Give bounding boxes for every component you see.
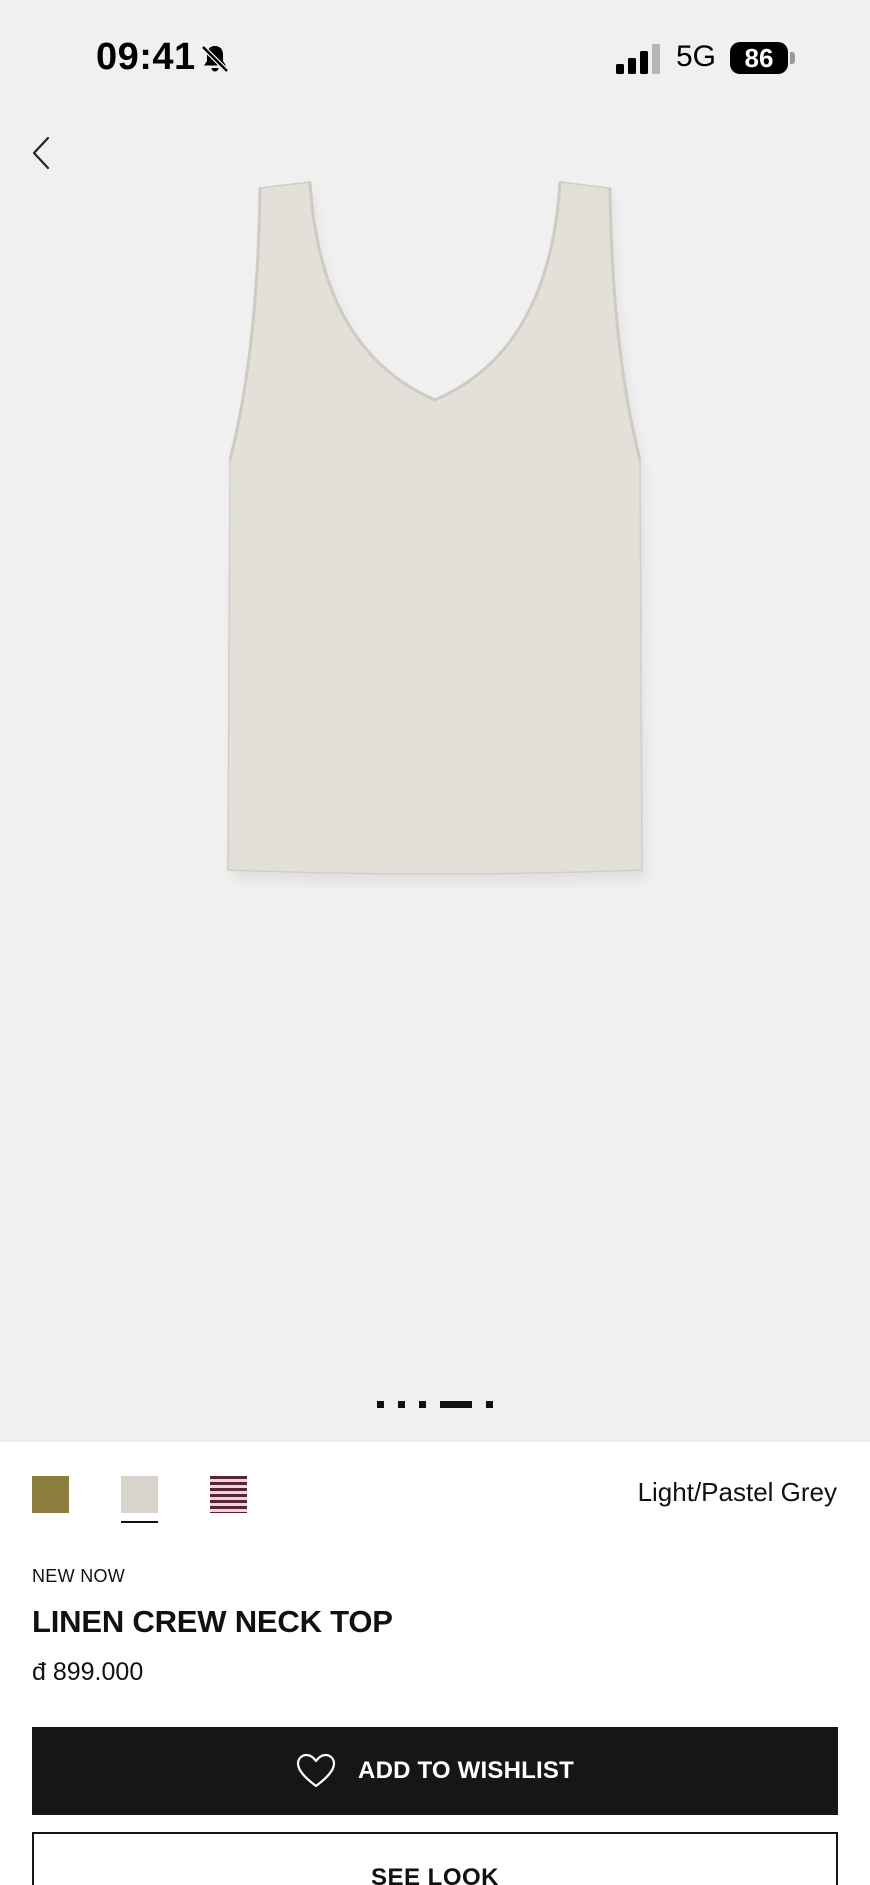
product-title: LINEN CREW NECK TOP	[32, 1604, 393, 1639]
product-detail-screen: 09:41 5G 86 Light/Pastel Grey NEW NOW LI…	[0, 0, 870, 1885]
wishlist-label: ADD TO WISHLIST	[358, 1757, 574, 1784]
pagination-dot[interactable]	[398, 1400, 405, 1408]
product-image	[227, 181, 646, 884]
selected-color-name: Light/Pastel Grey	[637, 1477, 837, 1507]
color-swatch-burgundy-stripe[interactable]	[210, 1476, 247, 1513]
signal-icon	[616, 44, 660, 74]
status-bar: 09:41 5G 86	[0, 0, 870, 120]
product-tag: NEW NOW	[32, 1566, 126, 1586]
chevron-left-icon[interactable]	[22, 128, 62, 178]
heart-icon	[296, 1753, 336, 1788]
color-swatch-light-grey[interactable]	[121, 1476, 158, 1513]
network-type: 5G	[676, 40, 717, 73]
pagination-dot[interactable]	[419, 1400, 426, 1408]
selected-swatch-indicator	[121, 1521, 158, 1523]
battery-icon: 86	[730, 42, 788, 74]
color-swatch-olive[interactable]	[32, 1476, 69, 1513]
pagination-dot[interactable]	[486, 1400, 493, 1408]
add-to-wishlist-button[interactable]: ADD TO WISHLIST	[32, 1727, 838, 1815]
product-price: đ 899.000	[32, 1658, 144, 1686]
pagination-dot[interactable]	[377, 1400, 384, 1408]
product-image-gallery[interactable]: 09:41 5G 86	[0, 0, 870, 1442]
pagination-dot-active[interactable]	[440, 1400, 472, 1408]
gallery-pagination	[0, 1398, 870, 1410]
see-look-button[interactable]: SEE LOOK	[32, 1832, 838, 1885]
see-look-label: SEE LOOK	[370, 1864, 500, 1885]
battery-cap	[790, 52, 795, 64]
status-time: 09:41	[96, 36, 196, 78]
bell-slash-icon	[201, 45, 229, 73]
battery-level: 86	[744, 42, 774, 73]
